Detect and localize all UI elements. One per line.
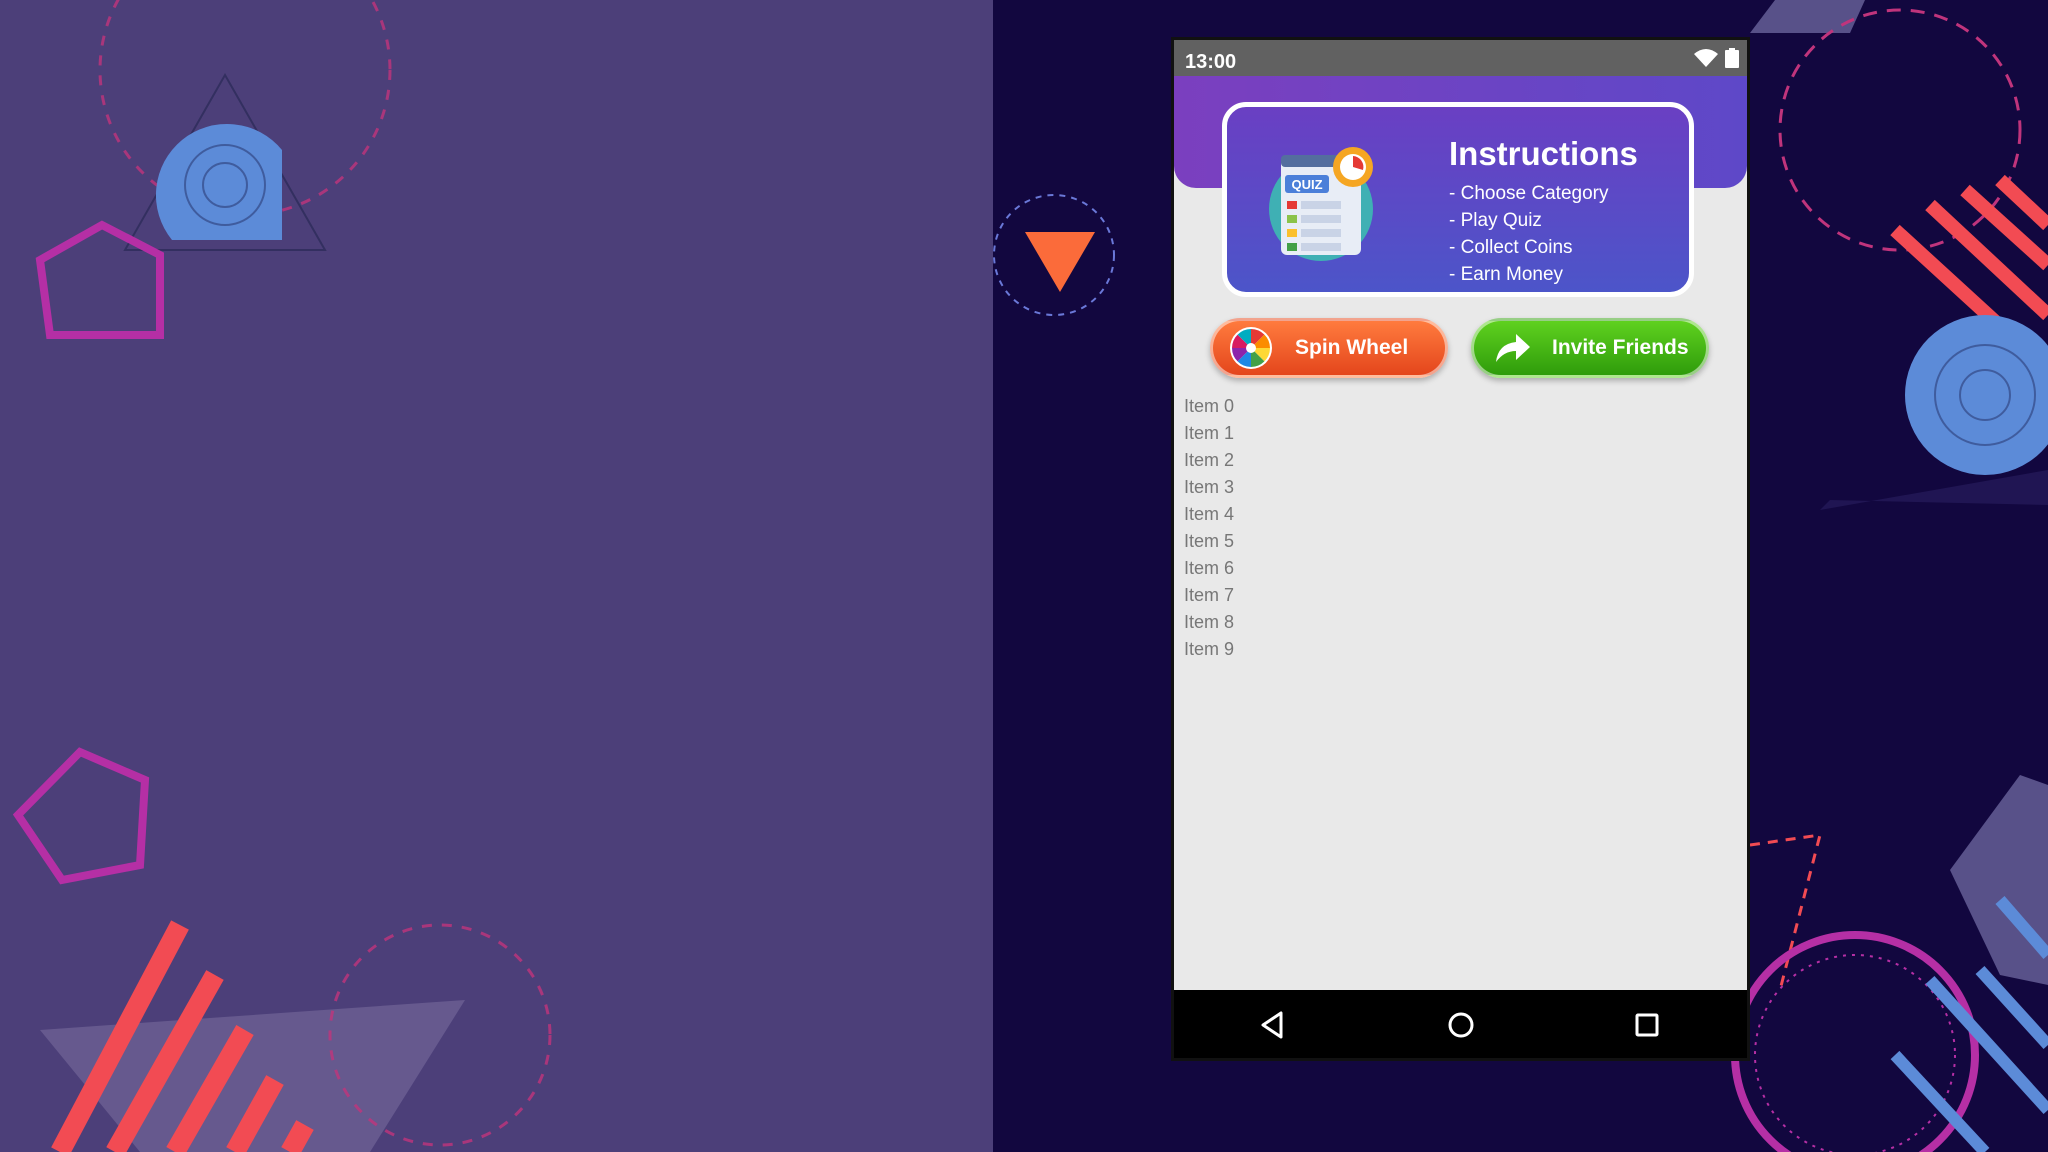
quiz-badge-text: QUIZ xyxy=(1291,177,1322,192)
circle-home-icon[interactable] xyxy=(1444,1008,1478,1042)
navigation-bar xyxy=(1174,990,1747,1058)
square-recent-icon[interactable] xyxy=(1630,1008,1664,1042)
list-item[interactable]: Item 8 xyxy=(1184,609,1234,636)
share-arrow-icon xyxy=(1496,334,1530,362)
instruction-item: - Play Quiz xyxy=(1449,210,1542,231)
status-bar: 13:00 xyxy=(1174,40,1747,76)
list-item[interactable]: Item 6 xyxy=(1184,555,1234,582)
color-wheel-icon xyxy=(1230,327,1272,369)
list-item[interactable]: Item 7 xyxy=(1184,582,1234,609)
list-item[interactable]: Item 9 xyxy=(1184,636,1234,663)
phone-screen: 13:00 QUIZ Instructions - Choose Categor… xyxy=(1174,40,1747,1058)
spin-wheel-label: Spin Wheel xyxy=(1295,336,1409,359)
list-item[interactable]: Item 1 xyxy=(1184,420,1234,447)
item-list: Item 0 Item 1 Item 2 Item 3 Item 4 Item … xyxy=(1184,393,1234,663)
instructions-title: Instructions xyxy=(1449,135,1638,172)
invite-friends-label: Invite Friends xyxy=(1552,336,1689,359)
quiz-app-icon: QUIZ xyxy=(1269,147,1373,261)
instructions-card: QUIZ Instructions - Choose Category - Pl… xyxy=(1222,102,1694,297)
spin-wheel-button[interactable]: Spin Wheel xyxy=(1210,318,1448,378)
battery-icon xyxy=(1725,48,1739,68)
instructions-list: - Choose Category - Play Quiz - Collect … xyxy=(1449,180,1608,288)
invite-friends-button[interactable]: Invite Friends xyxy=(1471,318,1709,378)
list-item[interactable]: Item 4 xyxy=(1184,501,1234,528)
list-item[interactable]: Item 5 xyxy=(1184,528,1234,555)
instruction-item: - Collect Coins xyxy=(1449,237,1573,258)
list-item[interactable]: Item 2 xyxy=(1184,447,1234,474)
triangle-back-icon[interactable] xyxy=(1256,1008,1290,1042)
list-item[interactable]: Item 3 xyxy=(1184,474,1234,501)
list-item[interactable]: Item 0 xyxy=(1184,393,1234,420)
status-time: 13:00 xyxy=(1185,51,1237,73)
status-icons xyxy=(1693,48,1739,68)
wifi-icon xyxy=(1694,49,1718,67)
instruction-item: - Choose Category xyxy=(1449,183,1609,204)
instruction-item: - Earn Money xyxy=(1449,264,1564,285)
